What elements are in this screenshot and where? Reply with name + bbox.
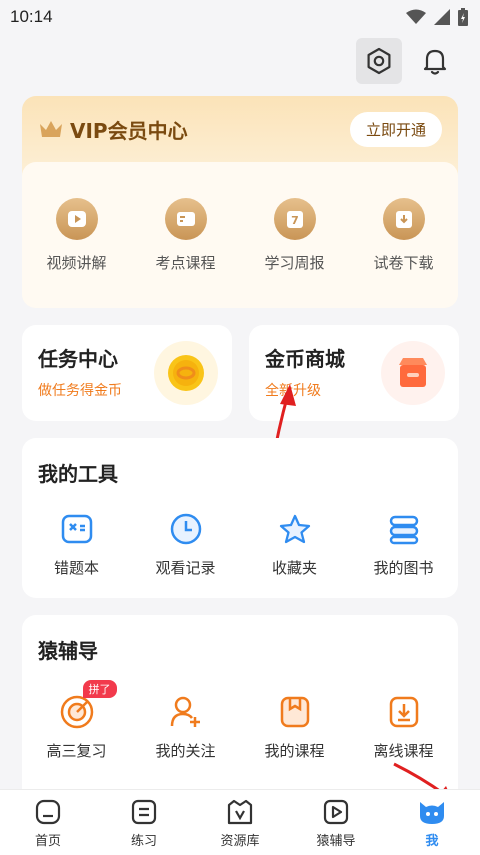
fudao-follow[interactable]: 我的关注: [136, 694, 236, 761]
tools-grid: 错题本 观看记录 收藏夹 我的图书: [22, 511, 458, 578]
tab-me[interactable]: 我: [392, 798, 472, 855]
tab-library[interactable]: 资源库: [200, 798, 280, 855]
video-icon: [323, 799, 349, 825]
home-icon: [35, 799, 61, 825]
status-time: 10:14: [10, 7, 53, 26]
vip-item-course[interactable]: 考点课程: [141, 198, 231, 273]
vip-item-label: 视频讲解: [46, 254, 107, 272]
tab-label: 猿辅导: [316, 834, 356, 849]
fudao-review[interactable]: 拼了 高三复习: [27, 680, 127, 761]
tool-watch-history[interactable]: 观看记录: [136, 511, 236, 578]
tools-title: 我的工具: [38, 462, 118, 486]
vip-open-button[interactable]: 立即开通: [349, 111, 442, 147]
star-icon: [277, 511, 313, 547]
tab-fudao[interactable]: 猿辅导: [296, 798, 376, 855]
vip-header: VIP会员中心 立即开通: [22, 96, 458, 162]
coin-icon: [154, 341, 218, 405]
svg-text:7: 7: [291, 214, 299, 227]
fudao-label: 离线课程: [373, 742, 434, 760]
calendar-7-icon: 7: [273, 198, 316, 240]
status-icons: [406, 8, 468, 26]
fudao-courses[interactable]: 我的课程: [245, 694, 345, 761]
tab-home[interactable]: 首页: [8, 798, 88, 855]
vip-item-label: 学习周报: [264, 254, 325, 272]
settings-button[interactable]: [356, 38, 402, 84]
tool-mistake-book[interactable]: 错题本: [27, 511, 127, 578]
battery-icon: [458, 8, 468, 26]
pin-badge: 拼了: [82, 680, 117, 698]
vip-item-label: 考点课程: [155, 254, 216, 272]
tab-label: 练习: [130, 834, 157, 849]
fudao-label: 我的关注: [155, 742, 216, 760]
tab-bar: 首页 练习 资源库 猿辅导 我: [0, 789, 480, 855]
tool-label: 观看记录: [155, 559, 216, 577]
target-icon: [59, 694, 95, 730]
tab-label: 首页: [34, 834, 61, 849]
vip-item-weekly[interactable]: 7 学习周报: [250, 198, 340, 273]
vip-title-wrap[interactable]: VIP会员中心: [38, 115, 188, 144]
wifi-icon: [406, 9, 426, 24]
vip-title: VIP会员中心: [70, 118, 188, 143]
course-icon: [277, 694, 313, 730]
fudao-label: 我的课程: [264, 742, 325, 760]
tool-favorites[interactable]: 收藏夹: [245, 511, 345, 578]
download-icon: [382, 198, 425, 240]
tab-label: 我: [425, 834, 439, 849]
tab-practice[interactable]: 练习: [104, 798, 184, 855]
vip-item-label: 试卷下载: [373, 254, 434, 272]
tool-label: 收藏夹: [271, 559, 317, 577]
offline-icon: [386, 694, 422, 730]
vip-item-download[interactable]: 试卷下载: [359, 198, 449, 273]
vip-card: VIP会员中心 立即开通 视频讲解 考点课程 7 学习周报 试卷下载: [22, 96, 458, 308]
tool-label: 我的图书: [373, 559, 434, 577]
tools-card: 我的工具 错题本 观看记录 收藏夹 我的图书: [22, 438, 458, 598]
books-icon: [386, 511, 422, 547]
library-icon: [227, 799, 253, 825]
play-icon: [55, 198, 98, 240]
fudao-label: 高三复习: [46, 742, 107, 760]
vip-features: 视频讲解 考点课程 7 学习周报 试卷下载: [22, 162, 458, 308]
tool-my-books[interactable]: 我的图书: [354, 511, 454, 578]
fudao-title: 猿辅导: [38, 639, 98, 663]
tab-label: 资源库: [220, 834, 260, 849]
mistake-book-icon: [59, 511, 95, 547]
signal-icon: [434, 9, 450, 25]
top-actions: [356, 38, 458, 84]
crown-icon: [40, 121, 62, 137]
me-icon: [420, 802, 444, 824]
fudao-offline[interactable]: 离线课程: [354, 694, 454, 761]
task-center-card[interactable]: 任务中心 做任务得金币: [22, 325, 232, 421]
notification-button[interactable]: [412, 38, 458, 84]
tool-label: 错题本: [53, 559, 99, 577]
practice-icon: [131, 799, 157, 825]
follow-icon: [168, 694, 204, 730]
card-icon: [164, 198, 207, 240]
status-bar: 10:14: [0, 0, 480, 34]
shop-icon: [381, 341, 445, 405]
settings-icon: [367, 47, 391, 75]
bell-icon: [423, 49, 447, 75]
clock-icon: [168, 511, 204, 547]
vip-item-video[interactable]: 视频讲解: [32, 198, 122, 273]
fudao-grid: 拼了 高三复习 我的关注 我的课程 离线课程: [22, 680, 458, 761]
